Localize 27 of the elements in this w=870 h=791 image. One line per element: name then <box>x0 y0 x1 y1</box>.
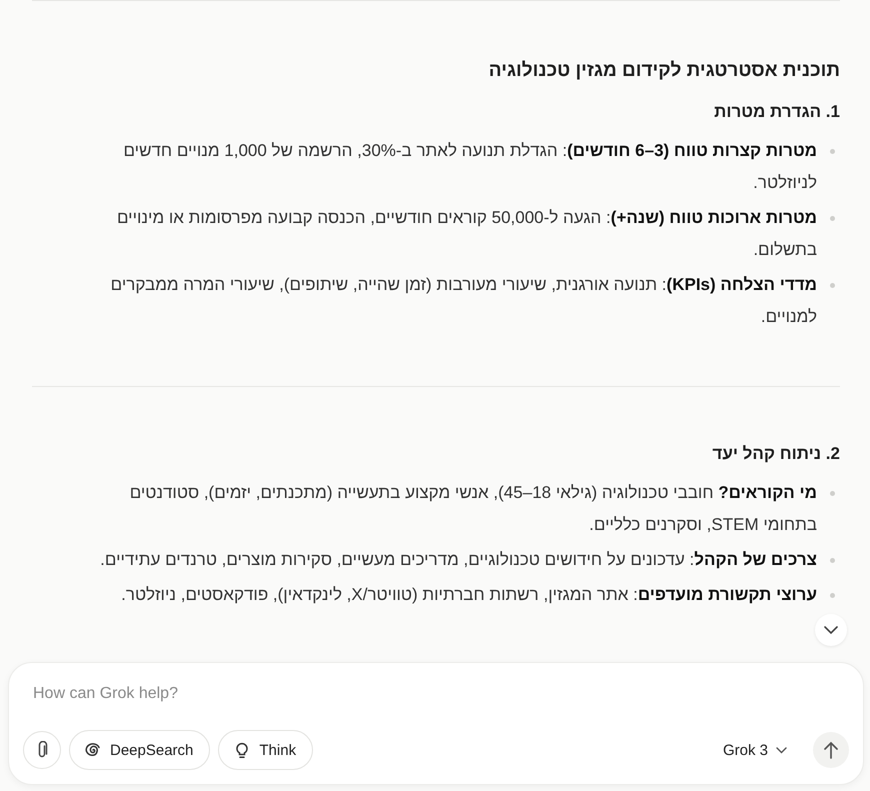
response-title: תוכנית אסטרטגית לקידום מגזין טכנולוגיה <box>488 59 840 83</box>
bullet-text: צרכים של הקהל: עדכונים על חידושים טכנולוגיים, מדריכים מעשיים, סקירות מוצרים, טרנדים עתידיים. <box>100 549 817 571</box>
bullet-dot <box>830 283 835 288</box>
bullet-dot <box>830 593 835 598</box>
chevron-down-icon <box>824 626 838 634</box>
bullet-text: מדדי הצלחה (KPIs): תנועה אורגנית, שיעורי מעורבות (זמן שהייה, שיתופים), שיעורי המרה ממבקרים למנויים. <box>110 274 817 328</box>
think-button[interactable]: Think <box>218 730 314 770</box>
spiral-icon <box>84 741 102 759</box>
section-heading: 1. הגדרת מטרות <box>713 101 840 123</box>
bullet-dot <box>830 216 835 221</box>
deepsearch-button[interactable]: DeepSearch <box>69 730 210 770</box>
bullet-text: מטרות ארוכות טווח (שנה+): הגעה ל-50,000 קוראים חודשיים, הכנסה קבועה מפרסומות או מינויים בתשלום. <box>116 207 817 261</box>
model-selector[interactable]: Grok 3 <box>714 732 795 768</box>
scroll-down-button[interactable] <box>815 614 847 646</box>
bullet-text: מי הקוראים? חובבי טכנולוגיה (גילאי 18–45), אנשי מקצוע בתעשייה (מתכנתים, יזמים), סטודנטים בתחומי STEM, וסקרנים כלליים. <box>128 482 817 536</box>
arrow-up-icon <box>824 741 838 759</box>
bullet-text: מטרות קצרות טווח (3–6 חודשים): הגדלת תנועה לאתר ב-30%, הרשמה של 1,000 מנויים חדשים לניוזלטר. <box>122 140 817 194</box>
section-heading: 2. ניתוח קהל יעד <box>711 443 840 465</box>
chevron-down-icon <box>776 746 787 754</box>
prompt-input[interactable]: How can Grok help? <box>23 681 849 707</box>
bullet-text: ערוצי תקשורת מועדפים: אתר המגזין, רשתות חברתיות (טוויטר/X, לינקדאין), פודקאסטים, ניוזלטר. <box>121 584 817 606</box>
attach-button[interactable] <box>23 731 61 769</box>
bullet-dot <box>830 149 835 154</box>
send-button[interactable] <box>813 732 849 768</box>
bullet-dot <box>830 491 835 496</box>
bullet-dot <box>830 558 835 563</box>
paperclip-icon <box>36 741 48 759</box>
